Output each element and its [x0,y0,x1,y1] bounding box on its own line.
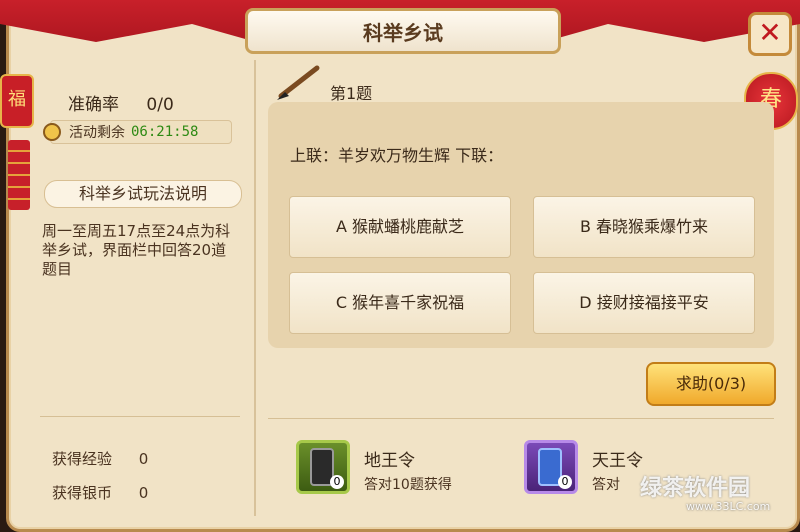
timer-value: 06:21:58 [131,124,199,140]
item-name: 地王令 [364,451,415,471]
accuracy-label: 准确率 [68,95,119,115]
option-c-button[interactable]: C 猴年喜千家祝福 [289,272,511,334]
rules-text: 周一至周五17点至24点为科举乡试，界面栏中回答20道题目 [42,222,231,278]
exp-label: 获得经验 [52,450,113,468]
question-text: 上联：羊岁欢万物生辉 下联： [290,146,504,165]
firecracker-icon [8,140,30,210]
silver-row: 获得银币 0 [52,482,148,503]
option-d-button[interactable]: D 接财接福接平安 [533,272,755,334]
scroll-purple-icon[interactable]: 0 [524,440,578,494]
activity-timer: 活动剩余 06:21:58 [43,120,232,144]
left-panel: 准确率 0/0 活动剩余 06:21:58 科举乡试玩法说明 周一至周五17点至… [32,70,254,520]
watermark-url: www.33LC.com [686,500,771,513]
fu-lantern-icon: 福 [0,74,34,128]
silver-label: 获得银币 [52,484,113,502]
close-button[interactable]: ✕ [748,12,792,56]
divider [268,418,774,419]
divider [40,416,240,417]
brush-icon [277,65,320,100]
window-title: 科举乡试 [245,8,561,54]
watermark-logo: 绿茶软件园 [640,476,751,501]
option-b-button[interactable]: B 春晓猴乘爆竹来 [533,196,755,258]
accuracy-value: 0/0 [146,95,174,115]
item-name: 天王令 [592,451,643,471]
option-a-button[interactable]: A 猴献蟠桃鹿献芝 [289,196,511,258]
clock-icon [43,123,61,141]
silver-value: 0 [138,484,149,502]
panel-separator [254,60,256,516]
item-count: 0 [558,475,572,489]
item-desc: 答对10题获得 [364,477,452,493]
exp-value: 0 [138,450,149,468]
scroll-green-icon[interactable]: 0 [296,440,350,494]
accuracy-row: 准确率 0/0 [68,90,174,115]
item-count: 0 [330,475,344,489]
exp-row: 获得经验 0 [52,448,148,469]
timer-label: 活动剩余 [69,125,125,141]
help-button[interactable]: 求助(0/3) [646,362,776,406]
question-number: 第1题 [330,84,373,103]
item-desc: 答对 [592,477,620,493]
rules-title: 科举乡试玩法说明 [44,180,242,208]
